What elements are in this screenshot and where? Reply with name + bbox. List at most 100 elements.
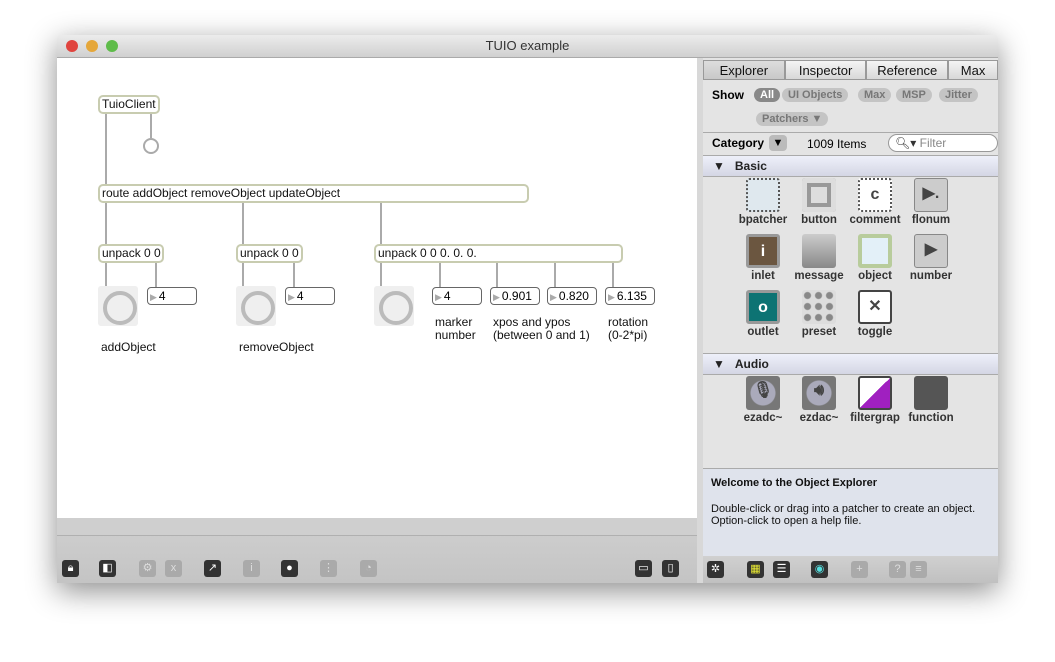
number-box[interactable]: ▶ 4 — [147, 287, 197, 305]
explorer-item-message[interactable]: message — [789, 234, 849, 282]
number-arrow-icon: ▶ — [550, 292, 557, 302]
add-icon[interactable]: + — [851, 561, 868, 578]
comment: rotation (0-2*pi) — [608, 315, 649, 342]
section-audio[interactable]: ▼ Audio — [703, 353, 998, 375]
menu-icon[interactable]: ≡ — [910, 561, 927, 578]
grid-view-icon[interactable]: ▦ — [747, 561, 764, 578]
explorer-item-label: filtergrap — [850, 412, 900, 424]
tab-max[interactable]: Max — [948, 60, 998, 80]
lock-icon[interactable]: 🔒︎ — [62, 560, 79, 577]
close-button[interactable] — [66, 40, 78, 52]
snap-icon[interactable]: ◔ — [360, 560, 377, 577]
number-arrow-icon: ▶ — [435, 292, 442, 302]
number-arrow-icon: ▶ — [150, 292, 157, 302]
filter-input[interactable]: 🔍︎▾ Filter — [888, 134, 998, 152]
object-explorer: Explorer Inspector Reference Max Show Al… — [703, 58, 998, 583]
toggle-icon: ✕ — [858, 290, 892, 324]
tab-inspector[interactable]: Inspector — [784, 60, 867, 80]
list-view-icon[interactable]: ☰ — [773, 561, 790, 578]
explorer-item-object[interactable]: object — [845, 234, 905, 282]
explorer-item-label: ezadc~ — [743, 412, 783, 424]
explorer-item-flonum[interactable]: ▶. flonum — [901, 178, 961, 226]
explorer-item-function[interactable]: function — [901, 376, 961, 424]
filter-jitter[interactable]: Jitter — [939, 88, 978, 102]
disclosure-triangle-icon: ▼ — [713, 159, 725, 173]
window-title: TUIO example — [485, 38, 570, 53]
filter-patchers[interactable]: Patchers ▼ — [756, 112, 829, 126]
ezdac-icon: 🔊︎ — [802, 376, 836, 410]
number-arrow-icon: ▶ — [288, 292, 295, 302]
patch-cords-icon[interactable]: ↗ — [204, 560, 221, 577]
number-box[interactable]: ▶ 4 — [432, 287, 482, 305]
explorer-item-outlet[interactable]: o outlet — [733, 290, 793, 338]
route-object[interactable]: route addObject removeObject updateObjec… — [98, 184, 529, 203]
help-icon[interactable]: ? — [889, 561, 906, 578]
explorer-item-bpatcher[interactable]: bpatcher — [733, 178, 793, 226]
debug-icon[interactable]: ⚙ — [139, 560, 156, 577]
clear-icon[interactable]: x — [165, 560, 182, 577]
minimize-button[interactable] — [86, 40, 98, 52]
explorer-item-label: message — [794, 270, 844, 282]
grid-icon[interactable]: ⋮ — [320, 560, 337, 577]
comment: xpos and ypos (between 0 and 1) — [493, 315, 590, 342]
settings-icon[interactable]: ✲ — [707, 561, 724, 578]
number-box[interactable]: ▶ 4 — [285, 287, 335, 305]
flonum-icon: ▶. — [914, 178, 948, 212]
unpack-object[interactable]: unpack 0 0 — [98, 244, 164, 263]
tuioclient-object[interactable]: TuioClient — [98, 95, 160, 114]
flonum-box[interactable]: ▶ 0.901 — [490, 287, 540, 305]
explorer-item-label: comment — [849, 214, 901, 226]
explorer-item-preset[interactable]: preset — [789, 290, 849, 338]
filter-all[interactable]: All — [754, 88, 781, 102]
explorer-item-label: outlet — [747, 326, 779, 338]
number-arrow-icon: ▶ — [493, 292, 500, 302]
info-icon[interactable]: i — [243, 560, 260, 577]
patcher-canvas[interactable]: TuioClient route addObject removeObject … — [57, 58, 697, 518]
split-horizontal-icon[interactable]: ▭ — [635, 560, 652, 577]
explorer-item-label: inlet — [751, 270, 775, 282]
flonum-box[interactable]: ▶ 0.820 — [547, 287, 597, 305]
explorer-item-ezadc[interactable]: 🎙︎ ezadc~ — [733, 376, 793, 424]
bang-button[interactable] — [98, 286, 138, 326]
help-title: Welcome to the Object Explorer — [711, 477, 878, 489]
zoom-button[interactable] — [106, 40, 118, 52]
connect-icon[interactable]: ● — [281, 560, 298, 577]
message-icon — [802, 234, 836, 268]
explorer-item-filtergrap[interactable]: filtergrap — [845, 376, 905, 424]
explorer-toolbar: ✲ ▦ ☰ ◉ + ? ≡ — [703, 556, 998, 583]
unpack-object[interactable]: unpack 0 0 0. 0. 0. — [374, 244, 623, 263]
tab-reference[interactable]: Reference — [866, 60, 949, 80]
inlet-icon: i — [746, 234, 780, 268]
filter-msp[interactable]: MSP — [896, 88, 932, 102]
explorer-item-button[interactable]: button — [789, 178, 849, 226]
explorer-tabs: Explorer Inspector Reference Max — [703, 60, 998, 80]
explorer-item-number[interactable]: ▶ number — [901, 234, 961, 282]
bpatcher-icon — [746, 178, 780, 212]
small-button — [143, 138, 159, 154]
explorer-item-comment[interactable]: c comment — [845, 178, 905, 226]
explorer-item-toggle[interactable]: ✕ toggle — [845, 290, 905, 338]
preview-icon[interactable]: ◉ — [811, 561, 828, 578]
explorer-item-label: button — [801, 214, 837, 226]
explorer-item-label: object — [858, 270, 892, 282]
explorer-item-ezdac[interactable]: 🔊︎ ezdac~ — [789, 376, 849, 424]
window: TUIO example TuioClient route addObject … — [57, 35, 998, 583]
unpack-object[interactable]: unpack 0 0 — [236, 244, 303, 263]
presentation-icon[interactable]: ◧ — [99, 560, 116, 577]
explorer-item-inlet[interactable]: i inlet — [733, 234, 793, 282]
preset-icon — [802, 290, 836, 324]
category-dropdown[interactable]: ▼ — [769, 135, 787, 151]
flonum-box[interactable]: ▶ 6.135 — [605, 287, 655, 305]
filter-max[interactable]: Max — [858, 88, 892, 102]
number-icon: ▶ — [914, 234, 948, 268]
button-icon — [802, 178, 836, 212]
bang-button[interactable] — [374, 286, 414, 326]
filter-ui-objects[interactable]: UI Objects — [782, 88, 849, 102]
tab-explorer[interactable]: Explorer — [703, 60, 785, 80]
horizontal-scrollbar[interactable] — [57, 518, 697, 536]
split-vertical-icon[interactable]: ▯ — [662, 560, 679, 577]
function-icon — [914, 376, 948, 410]
patcher-toolbar: 🔒︎ ◧ ⚙ x ↗ i ● ⋮ ◔ ▭ ▯ — [57, 518, 697, 583]
bang-button[interactable] — [236, 286, 276, 326]
section-basic[interactable]: ▼ Basic — [703, 155, 998, 177]
